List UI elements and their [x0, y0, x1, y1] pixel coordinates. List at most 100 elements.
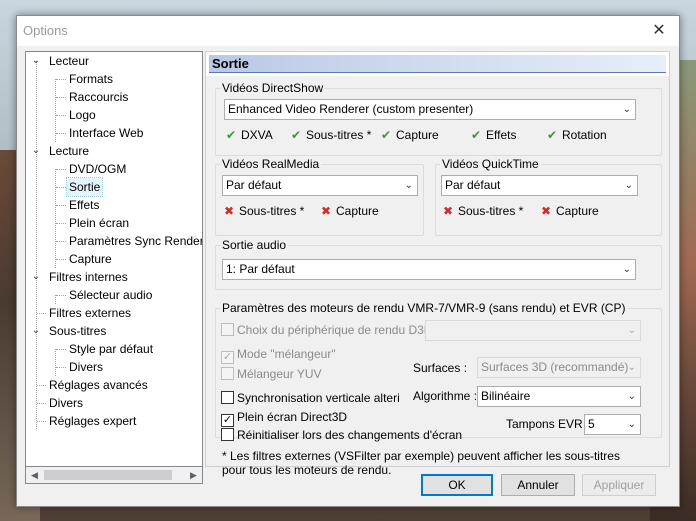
checkbox-label: Mode "mélangeur" [237, 347, 336, 361]
group-legend: Sortie audio [220, 238, 289, 252]
options-tree[interactable]: ⌄ Lecteur Formats Raccourcis Logo Interf… [25, 51, 203, 467]
checkbox-box [221, 323, 234, 336]
check-icon: ✔ [225, 128, 237, 142]
buffers-select[interactable]: 5 ⌄ [584, 414, 641, 435]
fullscreen-d3d-checkbox[interactable]: ✓ Plein écran Direct3D [221, 410, 347, 427]
select-value: 1: Par défaut [226, 262, 295, 276]
cap-capture: ✖ Capture [319, 203, 379, 219]
tree-item-label: Filtres externes [49, 306, 132, 320]
cap-capture: ✔ Capture [379, 127, 439, 143]
cap-label: Rotation [562, 128, 607, 142]
cap-label: Sous-titres * [458, 204, 524, 218]
mixer-mode-checkbox[interactable]: ✓ Mode "mélangeur" [221, 347, 336, 364]
footnote: * Les filtres externes (VSFilter par exe… [222, 449, 620, 477]
surfaces-select[interactable]: Surfaces 3D (recommandé) ⌄ [477, 357, 641, 378]
chevron-down-icon: ⌄ [404, 180, 413, 191]
cap-subtitles: ✔ Sous-titres * [289, 127, 371, 143]
window-title: Options [23, 23, 68, 38]
reset-on-change-checkbox[interactable]: Réinitialiser lors des changements d'écr… [221, 428, 462, 442]
cap-subtitles: ✖ Sous-titres * [441, 203, 523, 219]
select-value: 5 [588, 417, 595, 431]
select-value: Bilinéaire [481, 389, 531, 403]
chevron-down-icon: ⌄ [627, 391, 636, 402]
close-icon[interactable]: ✕ [649, 20, 669, 40]
tree-item-label: Divers [69, 360, 104, 374]
tree-item-label: Lecteur [49, 54, 90, 68]
tree-item-label: Paramètres Sync Render [69, 234, 203, 248]
group-quicktime: Vidéos QuickTime Par défaut ⌄ ✖ Sous-titr… [435, 157, 662, 236]
ok-button[interactable]: OK [421, 474, 493, 496]
realmedia-select[interactable]: Par défaut ⌄ [222, 175, 418, 196]
checkbox-label: Choix du périphérique de rendu D3D9 [237, 323, 440, 337]
mixer-yuv-checkbox[interactable]: Mélangeur YUV [221, 367, 322, 381]
directshow-renderer-select[interactable]: Enhanced Video Renderer (custom presente… [224, 99, 636, 120]
group-legend: Paramètres des moteurs de rendu VMR-7/VM… [220, 301, 628, 315]
tree-item-label: DVD/OGM [69, 162, 127, 176]
cap-label: Sous-titres * [239, 204, 305, 218]
scrollbar-thumb[interactable] [44, 470, 172, 480]
tree-item-label: Réglages avancés [49, 378, 148, 392]
chevron-down-icon: ⌄ [627, 419, 636, 430]
check-icon: ✔ [290, 128, 302, 142]
chevron-down-icon: ⌄ [627, 325, 636, 336]
scroll-left-icon[interactable]: ◀ [26, 467, 43, 483]
tree-item-label: Raccourcis [69, 90, 129, 104]
algorithm-select[interactable]: Bilinéaire ⌄ [477, 386, 641, 407]
check-icon: ✓ [221, 351, 234, 364]
select-value: Par défaut [445, 178, 501, 192]
tree-horizontal-scrollbar[interactable]: ◀ ▶ [25, 467, 203, 484]
options-dialog: Options ✕ ⌄ Lecteur Formats Raccourcis L… [16, 15, 680, 507]
settings-pane: Sortie Vidéos DirectShow Enhanced Video … [205, 51, 670, 477]
tree-item-label: Sortie [65, 177, 104, 197]
vsync-checkbox[interactable]: Synchronisation verticale alteri [221, 391, 400, 405]
checkbox-box [221, 367, 234, 380]
tree-item-label: Divers [49, 396, 84, 410]
group-legend: Vidéos DirectShow [220, 81, 326, 95]
select-value: Par défaut [226, 178, 282, 192]
cap-label: Effets [486, 128, 517, 142]
cross-icon: ✖ [540, 204, 552, 218]
quicktime-select[interactable]: Par défaut ⌄ [441, 175, 638, 196]
scroll-right-icon[interactable]: ▶ [185, 467, 202, 483]
cross-icon: ✖ [223, 204, 235, 218]
algorithm-label: Algorithme : [413, 389, 478, 403]
d3d9-device-select[interactable]: ⌄ [425, 320, 641, 341]
audio-output-select[interactable]: 1: Par défaut ⌄ [222, 259, 636, 280]
chevron-down-icon[interactable]: ⌄ [31, 142, 41, 160]
cap-rotation: ✔ Rotation [545, 127, 607, 143]
group-vmr: Paramètres des moteurs de rendu VMR-7/VM… [215, 301, 662, 442]
checkbox-box [221, 428, 234, 441]
chevron-down-icon[interactable]: ⌄ [31, 268, 41, 286]
tree-item-label: Plein écran [69, 216, 130, 230]
checkbox-label: Mélangeur YUV [237, 367, 322, 381]
cap-label: Capture [556, 204, 599, 218]
surfaces-label: Surfaces : [413, 361, 468, 375]
chevron-down-icon: ⌄ [622, 104, 631, 115]
cap-capture: ✖ Capture [539, 203, 599, 219]
tree-item-label: Formats [69, 72, 114, 86]
d3d9-device-checkbox[interactable]: Choix du périphérique de rendu D3D9 [221, 323, 439, 337]
apply-button[interactable]: Appliquer [582, 474, 656, 496]
chevron-down-icon[interactable]: ⌄ [31, 322, 41, 340]
group-legend: Vidéos RealMedia [220, 157, 322, 171]
check-icon: ✔ [546, 128, 558, 142]
chevron-down-icon[interactable]: ⌄ [31, 52, 41, 70]
chevron-down-icon: ⌄ [622, 264, 631, 275]
cancel-button[interactable]: Annuler [501, 474, 575, 496]
cap-label: Capture [396, 128, 439, 142]
cap-dxva: ✔ DXVA [224, 127, 273, 143]
tree-item-label: Interface Web [69, 126, 144, 140]
tree-item-label: Sous-titres [49, 324, 107, 338]
check-icon: ✔ [470, 128, 482, 142]
tree-item-label: Réglages expert [49, 414, 137, 428]
chevron-down-icon: ⌄ [624, 180, 633, 191]
checkbox-label: Synchronisation verticale alteri [237, 391, 400, 405]
group-directshow: Vidéos DirectShow Enhanced Video Rendere… [215, 81, 662, 156]
check-icon: ✔ [380, 128, 392, 142]
tree-item-label: Capture [69, 252, 112, 266]
tree-item-label: Lecture [49, 144, 90, 158]
title-bar: Options ✕ [17, 16, 679, 46]
tree-item-label: Logo [69, 108, 96, 122]
chevron-down-icon: ⌄ [627, 362, 636, 373]
tree-item-label: Effets [69, 198, 100, 212]
